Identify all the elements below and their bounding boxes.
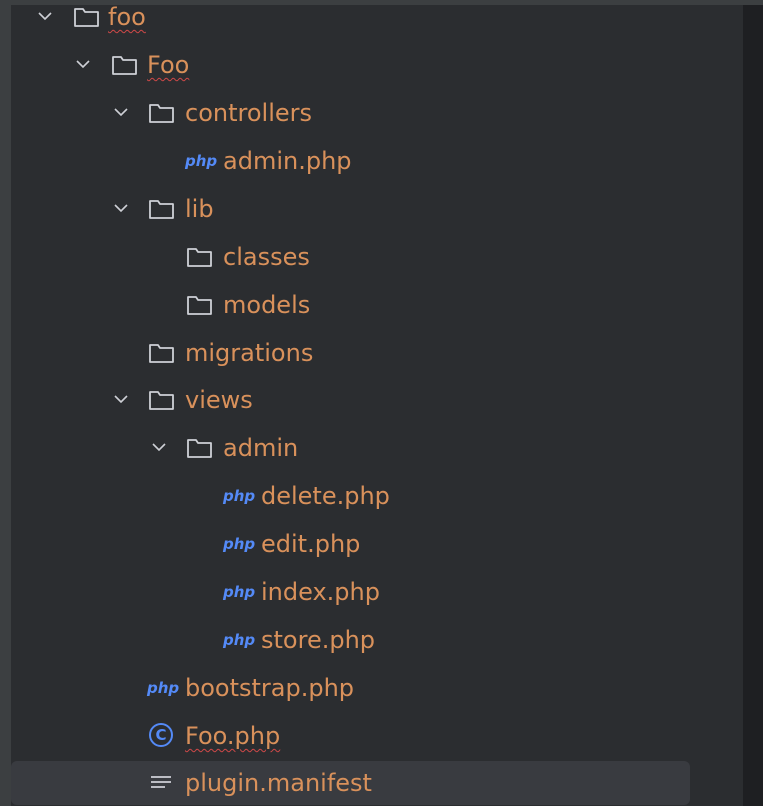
- folder-icon: [186, 283, 214, 327]
- folder-icon: [73, 5, 101, 39]
- folder-icon: [148, 91, 176, 135]
- tree-label: admin: [223, 434, 299, 462]
- chevron-down-icon[interactable]: [109, 187, 133, 231]
- tree-label: classes: [223, 243, 310, 271]
- php-file-icon: php: [147, 679, 180, 697]
- tree-label: index.php: [261, 578, 380, 606]
- tree-label: Foo: [147, 51, 190, 79]
- chevron-down-icon[interactable]: [109, 378, 133, 422]
- tree-row-lib[interactable]: lib: [11, 187, 690, 231]
- chevron-down-icon[interactable]: [33, 5, 57, 39]
- folder-icon: [186, 426, 214, 470]
- tree-label: edit.php: [261, 530, 361, 558]
- php-file-icon: php: [185, 152, 218, 170]
- php-file-icon: php: [223, 631, 256, 649]
- folder-icon: [111, 43, 139, 87]
- tree-row-delete-php[interactable]: php delete.php: [11, 474, 690, 518]
- project-tree[interactable]: foo Foo controllers php admin.php lib cl…: [11, 5, 743, 806]
- class-icon: C: [149, 723, 173, 747]
- folder-icon: [148, 378, 176, 422]
- tree-row-admin-php[interactable]: php admin.php: [11, 139, 690, 183]
- chevron-down-icon[interactable]: [109, 91, 133, 135]
- tree-label: models: [223, 291, 311, 319]
- tree-row-foo-class[interactable]: C Foo.php: [11, 714, 690, 758]
- tree-row-controllers[interactable]: controllers: [11, 91, 690, 135]
- tree-label: delete.php: [261, 482, 390, 510]
- tree-label: controllers: [185, 99, 312, 127]
- tree-row-plugin-manifest[interactable]: plugin.manifest: [11, 761, 690, 805]
- tree-label: Foo.php: [185, 722, 281, 750]
- tree-row-edit-php[interactable]: php edit.php: [11, 522, 690, 566]
- editor-gutter-strip: [743, 5, 763, 806]
- folder-icon: [186, 235, 214, 279]
- tree-label: migrations: [185, 339, 314, 367]
- text-file-icon: [149, 761, 177, 805]
- chevron-down-icon[interactable]: [71, 43, 95, 87]
- tree-label: foo: [108, 5, 146, 31]
- tree-row-migrations[interactable]: migrations: [11, 331, 690, 375]
- tree-row-store-php[interactable]: php store.php: [11, 618, 690, 662]
- tree-row-index-php[interactable]: php index.php: [11, 570, 690, 614]
- tree-row-foo[interactable]: foo: [11, 5, 690, 39]
- folder-icon: [148, 331, 176, 375]
- tree-label: store.php: [261, 626, 376, 654]
- tree-row-classes[interactable]: classes: [11, 235, 690, 279]
- php-file-icon: php: [223, 487, 256, 505]
- tree-row-bootstrap-php[interactable]: php bootstrap.php: [11, 666, 690, 710]
- tree-row-views-admin[interactable]: admin: [11, 426, 690, 470]
- tree-label: plugin.manifest: [185, 769, 372, 797]
- tree-row-models[interactable]: models: [11, 283, 690, 327]
- tree-row-views[interactable]: views: [11, 378, 690, 422]
- chevron-down-icon[interactable]: [147, 426, 171, 470]
- tree-label: bootstrap.php: [185, 674, 355, 702]
- tree-label: lib: [185, 195, 214, 223]
- project-tool-window: foo Foo controllers php admin.php lib cl…: [11, 5, 763, 806]
- php-file-icon: php: [223, 535, 256, 553]
- php-file-icon: php: [223, 583, 256, 601]
- folder-icon: [148, 187, 176, 231]
- tree-label: views: [185, 386, 253, 414]
- tree-label: admin.php: [223, 147, 352, 175]
- tree-row-foo-pkg[interactable]: Foo: [11, 43, 690, 87]
